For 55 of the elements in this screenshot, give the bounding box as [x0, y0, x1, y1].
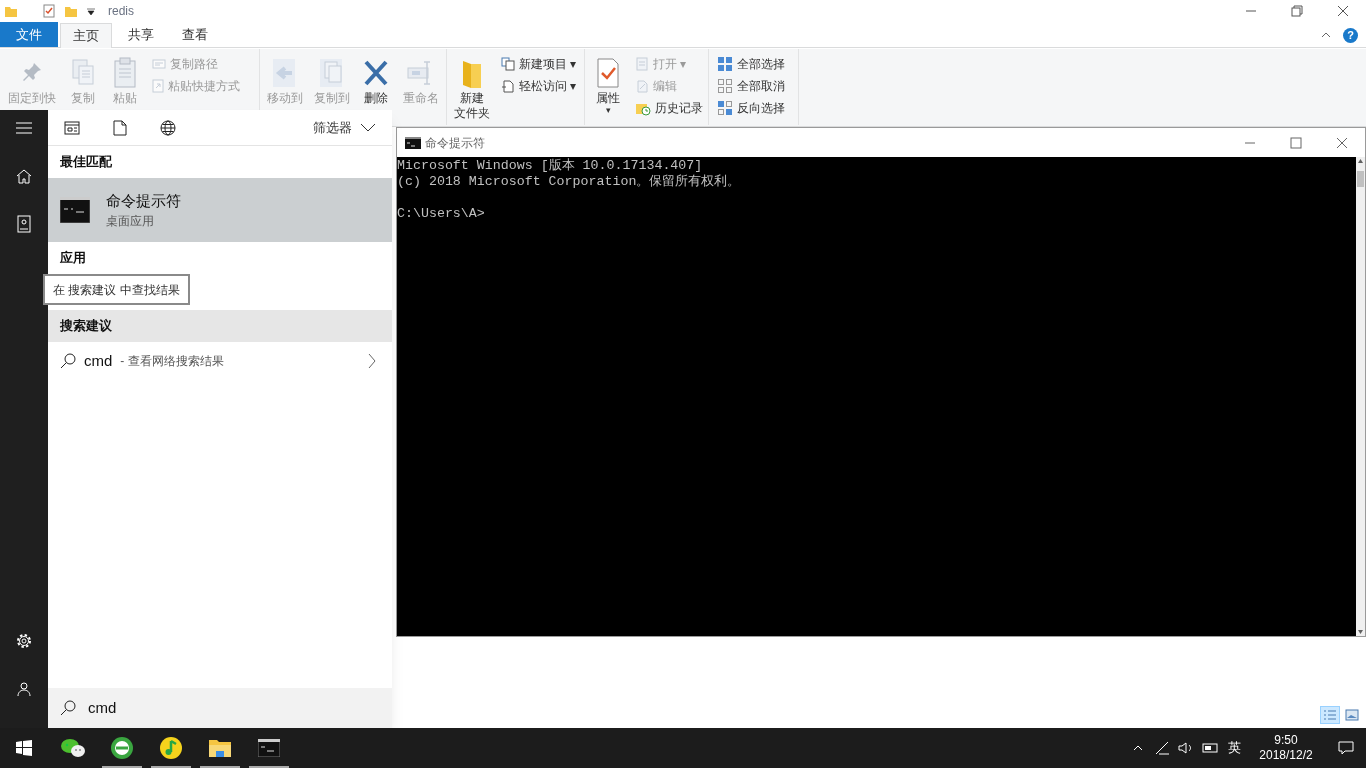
- window-title: 命令提示符: [425, 134, 485, 152]
- ribbon-button[interactable]: 删除: [357, 49, 396, 106]
- checklist-icon[interactable]: [42, 4, 56, 18]
- search-field[interactable]: cmd: [48, 688, 392, 728]
- section-heading: 应用: [59, 249, 87, 268]
- tooltip: 在 搜索建议 中查找结果: [43, 274, 190, 305]
- ribbon-button[interactable]: 轻松访问 ▾: [496, 75, 580, 97]
- ribbon-button[interactable]: 历史记录: [631, 97, 707, 119]
- clock[interactable]: 9:50 2018/12/2: [1246, 728, 1326, 768]
- ribbon-button[interactable]: 全部选择: [713, 53, 789, 75]
- chevron-right-icon: [368, 353, 376, 369]
- ribbon-button[interactable]: 属性 ▾: [589, 49, 627, 114]
- ribbon-tab[interactable]: 文件: [0, 22, 58, 47]
- ribbon-button[interactable]: 全部取消: [713, 75, 789, 97]
- scroll-up-icon[interactable]: [1357, 157, 1364, 165]
- console-icon: [405, 136, 421, 149]
- ribbon-button[interactable]: 新建项目 ▾: [496, 53, 580, 75]
- ribbon-button[interactable]: 反向选择: [713, 97, 789, 119]
- dropdown-icon[interactable]: [86, 6, 96, 16]
- filter-button[interactable]: 筛选器: [313, 117, 376, 138]
- ribbon-button[interactable]: 新建 文件夹: [451, 49, 493, 121]
- input-method-button[interactable]: 英: [1222, 728, 1246, 768]
- scroll-down-icon[interactable]: [1357, 628, 1364, 636]
- search-icon: [60, 700, 76, 716]
- result-title: 命令提示符: [106, 190, 181, 211]
- console-icon: [60, 197, 90, 223]
- document-icon[interactable]: [500, 79, 515, 93]
- chevron-up-icon[interactable]: [1321, 31, 1331, 39]
- search-result[interactable]: 命令提示符 桌面应用: [48, 178, 392, 242]
- result-suffix: - 查看网络搜索结果: [120, 353, 224, 370]
- result-subtitle: 桌面应用: [106, 213, 155, 231]
- checkmark-document-icon[interactable]: [595, 55, 621, 91]
- ribbon-tab[interactable]: 共享: [116, 22, 166, 47]
- section-heading: 搜索建议: [48, 310, 392, 342]
- console-line: (c) 2018 Microsoft Corporation。保留所有权利。: [397, 174, 742, 190]
- section-heading: 最佳匹配: [59, 153, 113, 172]
- new-item-icon[interactable]: [500, 57, 515, 71]
- search-icon: [60, 353, 76, 369]
- details-view-icon[interactable]: [1320, 706, 1340, 724]
- invert-selection-icon[interactable]: [717, 100, 733, 116]
- scroll-thumb[interactable]: [1357, 171, 1364, 187]
- search-result[interactable]: cmd - 查看网络搜索结果: [48, 342, 392, 380]
- select-none-icon[interactable]: [717, 78, 733, 94]
- search-input[interactable]: cmd: [88, 696, 338, 720]
- result-query: cmd: [84, 350, 113, 371]
- chevron-down-icon: [360, 123, 376, 132]
- scrollbar[interactable]: [1356, 157, 1365, 636]
- help-button[interactable]: ?: [1343, 27, 1358, 43]
- ribbon-tab[interactable]: 查看: [170, 22, 220, 47]
- preview-view-icon[interactable]: [1342, 706, 1362, 724]
- console-prompt: C:\Users\A>: [397, 206, 486, 222]
- ribbon-tab[interactable]: 主页: [60, 23, 112, 48]
- window-title: redis: [108, 3, 134, 20]
- console-line: Microsoft Windows [版本 10.0.17134.407]: [397, 158, 704, 174]
- select-all-icon[interactable]: [717, 56, 733, 72]
